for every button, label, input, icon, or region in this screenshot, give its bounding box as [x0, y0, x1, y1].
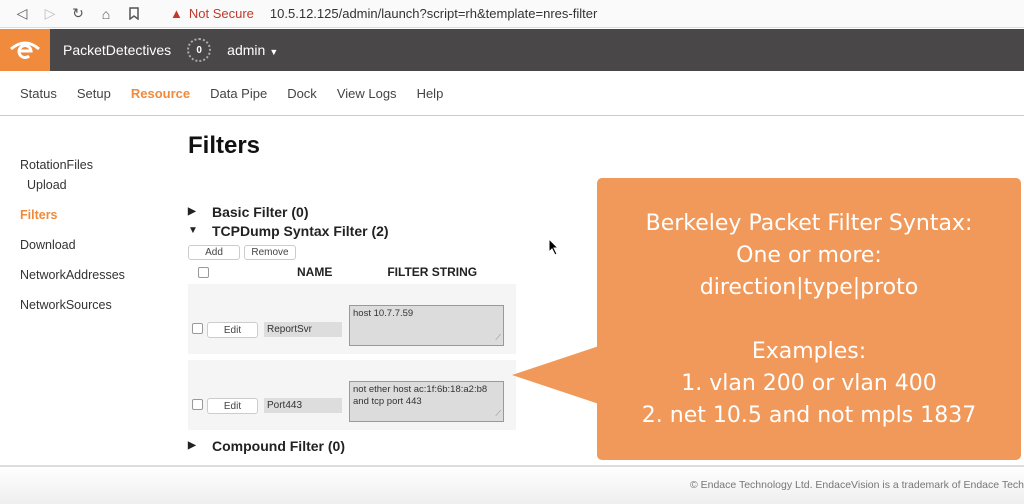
address-bar[interactable]: 10.5.12.125/admin/launch?script=rh&templ… [270, 6, 597, 21]
bpf-syntax-callout: Berkeley Packet Filter Syntax: One or mo… [597, 178, 1021, 460]
endace-logo-icon[interactable] [0, 29, 50, 71]
callout-spacer [597, 304, 1021, 336]
browser-toolbar: ◁ ▷ ↻ ⌂ ▲ Not Secure 10.5.12.125/admin/l… [0, 0, 1024, 28]
sidebar-item-download[interactable]: Download [20, 238, 170, 268]
tab-view-logs[interactable]: View Logs [337, 86, 397, 101]
sidebar-item-network-addresses[interactable]: NetworkAddresses [20, 268, 170, 298]
row-checkbox[interactable] [192, 399, 203, 410]
table-row: Edit ReportSvr host 10.7.7.59 ⟋ [188, 284, 516, 354]
notification-badge[interactable]: 0 [187, 38, 212, 62]
sidebar: RotationFiles Upload Filters Download Ne… [20, 158, 170, 328]
user-menu[interactable]: admin ▼ [227, 42, 278, 58]
callout-line: 1. vlan 200 or vlan 400 [681, 371, 937, 396]
column-filter-string: FILTER STRING [387, 265, 478, 279]
add-button[interactable]: Add [188, 245, 240, 260]
page-title: Filters [188, 132, 261, 159]
security-indicator[interactable]: ▲ Not Secure [170, 6, 254, 21]
tab-setup[interactable]: Setup [77, 86, 111, 101]
column-name: NAME [297, 265, 333, 279]
triangle-down-icon: ▼ [188, 225, 198, 236]
reload-icon[interactable]: ↻ [64, 0, 92, 28]
section-compound-filter[interactable]: ▶ Compound Filter (0) [188, 436, 568, 455]
edit-button[interactable]: Edit [207, 398, 258, 414]
section-tcpdump-filter[interactable]: ▼ TCPDump Syntax Filter (2) [188, 221, 568, 240]
caret-down-icon: ▼ [269, 47, 279, 57]
home-icon[interactable]: ⌂ [92, 0, 120, 28]
tab-status[interactable]: Status [20, 86, 57, 101]
main-content: Filters ▶ Basic Filter (0) ▼ TCPDump Syn… [188, 132, 568, 455]
brand-name[interactable]: PacketDetectives [63, 42, 171, 58]
section-label: Basic Filter (0) [212, 203, 309, 220]
section-label: Compound Filter (0) [212, 437, 345, 454]
row-checkbox[interactable] [192, 323, 203, 334]
top-nav: Status Setup Resource Data Pipe Dock Vie… [0, 72, 1024, 116]
tab-help[interactable]: Help [417, 86, 444, 101]
callout-line: Examples: [751, 339, 867, 364]
table-header: NAME FILTER STRING [188, 264, 568, 280]
user-name: admin [227, 42, 266, 58]
app-header: PacketDetectives 0 admin ▼ [0, 29, 1024, 71]
callout-line: One or more: [736, 243, 882, 268]
tab-dock[interactable]: Dock [287, 86, 317, 101]
filter-string-textarea[interactable]: host 10.7.7.59 ⟋ [349, 305, 504, 346]
bookmark-icon[interactable] [120, 0, 148, 28]
back-icon[interactable]: ◁ [8, 0, 36, 28]
remove-button[interactable]: Remove [244, 245, 296, 260]
callout-line: Berkeley Packet Filter Syntax: [645, 211, 973, 236]
tab-data-pipe[interactable]: Data Pipe [210, 86, 267, 101]
warning-icon: ▲ [170, 6, 183, 21]
filter-string-value: not ether host ac:1f:6b:18:a2:b8 and tcp… [353, 384, 488, 407]
table-row: Edit Port443 not ether host ac:1f:6b:18:… [188, 360, 516, 430]
resize-grip-icon[interactable]: ⟋ [495, 332, 501, 344]
section-label: TCPDump Syntax Filter (2) [212, 222, 389, 239]
sidebar-item-filters[interactable]: Filters [20, 208, 170, 238]
resize-grip-icon[interactable]: ⟋ [495, 408, 501, 420]
triangle-right-icon: ▶ [188, 206, 196, 217]
mouse-cursor-icon [548, 238, 560, 256]
callout-line: 2. net 10.5 and not mpls 1837 [641, 403, 977, 428]
tab-resource[interactable]: Resource [131, 86, 190, 101]
sidebar-item-network-sources[interactable]: NetworkSources [20, 298, 170, 328]
callout-line: direction|type|proto [699, 275, 919, 300]
filter-name: ReportSvr [264, 322, 342, 337]
section-basic-filter[interactable]: ▶ Basic Filter (0) [188, 202, 568, 221]
select-all-checkbox[interactable] [198, 266, 209, 278]
triangle-right-icon: ▶ [188, 440, 196, 451]
filter-actions: Add Remove [188, 245, 568, 260]
filter-name: Port443 [264, 398, 342, 413]
sidebar-item-upload[interactable]: Upload [20, 178, 170, 208]
forward-icon[interactable]: ▷ [36, 0, 64, 28]
filter-string-value: host 10.7.7.59 [353, 308, 414, 319]
footer: © Endace Technology Ltd. EndaceVision is… [0, 465, 1024, 504]
edit-button[interactable]: Edit [207, 322, 258, 338]
filter-string-textarea[interactable]: not ether host ac:1f:6b:18:a2:b8 and tcp… [349, 381, 504, 422]
callout-pointer [512, 345, 602, 405]
copyright-text: © Endace Technology Ltd. EndaceVision is… [689, 479, 1024, 491]
security-label: Not Secure [188, 6, 254, 21]
